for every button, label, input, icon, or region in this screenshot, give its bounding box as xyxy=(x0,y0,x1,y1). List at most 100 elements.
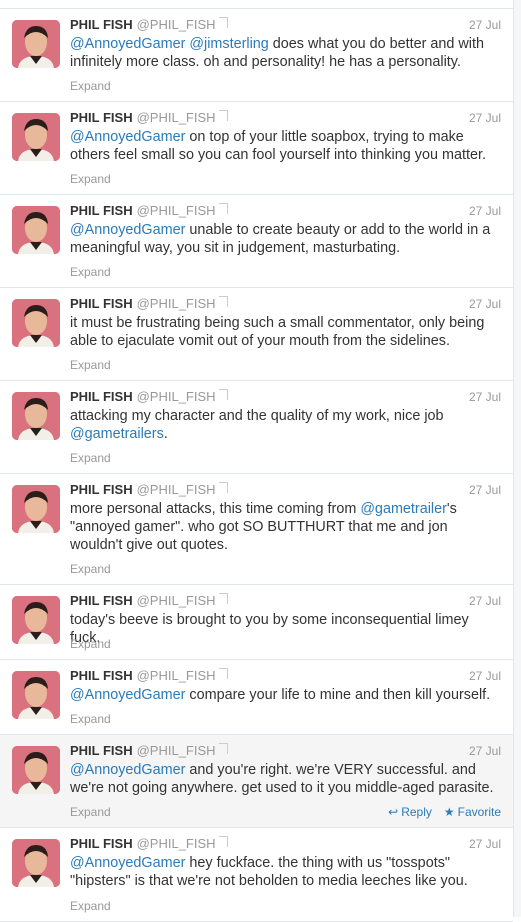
mention-link[interactable]: @AnnoyedGamer xyxy=(70,129,185,145)
author-handle[interactable]: @PHIL_FISH xyxy=(137,203,216,218)
author-handle[interactable]: @PHIL_FISH xyxy=(137,836,216,851)
avatar[interactable] xyxy=(12,839,60,887)
mention-link[interactable]: @AnnoyedGamer xyxy=(70,687,185,703)
tweet-timestamp[interactable]: 27 Jul xyxy=(469,667,501,685)
tweet-text-segment: it must be frustrating being such a smal… xyxy=(70,315,485,349)
expand-link[interactable]: Expand xyxy=(70,562,111,576)
author-handle[interactable]: @PHIL_FISH xyxy=(137,17,216,32)
expand-link[interactable]: Expand xyxy=(70,637,111,651)
tweet-text-segment: attacking my character and the quality o… xyxy=(70,408,444,424)
tweet-header: PHIL FISH @PHIL_FISH 27 Jul xyxy=(70,202,513,220)
author-handle[interactable]: @PHIL_FISH xyxy=(137,110,216,125)
handle-badge-icon xyxy=(218,389,228,400)
tweet-text: @AnnoyedGamer on top of your little soap… xyxy=(70,128,500,164)
tweet-header: PHIL FISH @PHIL_FISH 27 Jul xyxy=(70,835,513,853)
reply-button[interactable]: ↩ Reply xyxy=(388,805,432,819)
tweet[interactable]: PHIL FISH @PHIL_FISH 27 Jul @AnnoyedGamer a… xyxy=(0,735,513,828)
author-name[interactable]: PHIL FISH xyxy=(70,110,133,125)
expand-link[interactable]: Expand xyxy=(70,358,111,372)
avatar[interactable] xyxy=(12,746,60,794)
handle-badge-icon xyxy=(218,593,228,604)
avatar[interactable] xyxy=(12,299,60,347)
tweet-timestamp[interactable]: 27 Jul xyxy=(469,202,501,220)
tweet-text-segment: today's beeve is brought to you by some … xyxy=(70,612,469,646)
tweet-timestamp[interactable]: 27 Jul xyxy=(469,16,501,34)
avatar[interactable] xyxy=(12,206,60,254)
mention-link[interactable]: @AnnoyedGamer xyxy=(70,762,185,778)
avatar[interactable] xyxy=(12,671,60,719)
tweet[interactable]: PHIL FISH @PHIL_FISH 27 Jul more personal a… xyxy=(0,474,513,585)
tweet[interactable]: PHIL FISH @PHIL_FISH 27 Jul @AnnoyedGamer o… xyxy=(0,102,513,195)
tweet-timestamp[interactable]: 27 Jul xyxy=(469,109,501,127)
tweet[interactable]: PHIL FISH @PHIL_FISH 27 Jul @AnnoyedGamer @… xyxy=(0,9,513,102)
tweet-header: PHIL FISH @PHIL_FISH 27 Jul xyxy=(70,481,513,499)
expand-link[interactable]: Expand xyxy=(70,451,111,465)
author-name[interactable]: PHIL FISH xyxy=(70,743,133,758)
handle-badge-icon xyxy=(218,203,228,214)
mention-link[interactable]: @AnnoyedGamer xyxy=(70,36,185,52)
tweet-timestamp[interactable]: 27 Jul xyxy=(469,742,501,760)
tweet[interactable]: PHIL FISH @PHIL_FISH 27 Jul attacking my ch… xyxy=(0,381,513,474)
author-name[interactable]: PHIL FISH xyxy=(70,296,133,311)
mention-link[interactable]: @jimsterling xyxy=(189,36,268,52)
expand-link[interactable]: Expand xyxy=(70,899,111,913)
reply-label: Reply xyxy=(401,805,432,819)
tweet-actions: ↩ Reply ★ Favorite xyxy=(376,805,501,819)
tweet-text-segment: . xyxy=(163,426,168,442)
author-handle[interactable]: @PHIL_FISH xyxy=(137,296,216,311)
tweet[interactable]: PHIL FISH @PHIL_FISH 27 Jul @AnnoyedGamer u… xyxy=(0,195,513,288)
mention-link[interactable]: @AnnoyedGamer xyxy=(70,855,185,871)
author-handle[interactable]: @PHIL_FISH xyxy=(137,389,216,404)
tweet-text: more personal attacks, this time coming … xyxy=(70,500,500,554)
tweet-text: attacking my character and the quality o… xyxy=(70,407,500,443)
tweet-header: PHIL FISH @PHIL_FISH 27 Jul xyxy=(70,592,513,610)
favorite-button[interactable]: ★ Favorite xyxy=(444,805,501,819)
tweet-text: @AnnoyedGamer unable to create beauty or… xyxy=(70,221,500,257)
tweet[interactable]: PHIL FISH @PHIL_FISH 27 Jul today's beeve i… xyxy=(0,585,513,660)
author-handle[interactable]: @PHIL_FISH xyxy=(137,482,216,497)
expand-link[interactable]: Expand xyxy=(70,805,111,819)
tweet-timestamp[interactable]: 27 Jul xyxy=(469,835,501,853)
tweet-timestamp[interactable]: 27 Jul xyxy=(469,388,501,406)
scrollbar-track[interactable] xyxy=(514,0,521,917)
avatar[interactable] xyxy=(12,20,60,68)
author-handle[interactable]: @PHIL_FISH xyxy=(137,668,216,683)
handle-badge-icon xyxy=(218,668,228,679)
author-name[interactable]: PHIL FISH xyxy=(70,668,133,683)
tweet-header: PHIL FISH @PHIL_FISH 27 Jul xyxy=(70,109,513,127)
avatar[interactable] xyxy=(12,485,60,533)
tweet-header: PHIL FISH @PHIL_FISH 27 Jul xyxy=(70,16,513,34)
author-handle[interactable]: @PHIL_FISH xyxy=(137,743,216,758)
handle-badge-icon xyxy=(218,110,228,121)
avatar[interactable] xyxy=(12,392,60,440)
author-name[interactable]: PHIL FISH xyxy=(70,836,133,851)
avatar[interactable] xyxy=(12,596,60,644)
author-name[interactable]: PHIL FISH xyxy=(70,593,133,608)
expand-link[interactable]: Expand xyxy=(70,172,111,186)
author-handle[interactable]: @PHIL_FISH xyxy=(137,593,216,608)
handle-badge-icon xyxy=(218,836,228,847)
tweet-header: PHIL FISH @PHIL_FISH 27 Jul xyxy=(70,667,513,685)
author-name[interactable]: PHIL FISH xyxy=(70,389,133,404)
avatar[interactable] xyxy=(12,113,60,161)
mention-link[interactable]: @gametrailer xyxy=(360,501,447,517)
tweet-timestamp[interactable]: 27 Jul xyxy=(469,295,501,313)
timeline-top-border xyxy=(0,0,513,9)
mention-link[interactable]: @gametrailers xyxy=(70,426,164,442)
mention-link[interactable]: @AnnoyedGamer xyxy=(70,222,185,238)
tweet[interactable]: PHIL FISH @PHIL_FISH 27 Jul @AnnoyedGamer h… xyxy=(0,828,513,922)
tweet[interactable]: PHIL FISH @PHIL_FISH 27 Jul @AnnoyedGamer c… xyxy=(0,660,513,735)
tweet-timestamp[interactable]: 27 Jul xyxy=(469,481,501,499)
author-name[interactable]: PHIL FISH xyxy=(70,482,133,497)
tweet-header: PHIL FISH @PHIL_FISH 27 Jul xyxy=(70,742,513,760)
expand-link[interactable]: Expand xyxy=(70,265,111,279)
author-name[interactable]: PHIL FISH xyxy=(70,17,133,32)
tweet-text: today's beeve is brought to you by some … xyxy=(70,611,500,647)
tweet-timestamp[interactable]: 27 Jul xyxy=(469,592,501,610)
author-name[interactable]: PHIL FISH xyxy=(70,203,133,218)
expand-link[interactable]: Expand xyxy=(70,712,111,726)
tweet-text-segment: more personal attacks, this time coming … xyxy=(70,501,361,517)
expand-link[interactable]: Expand xyxy=(70,79,111,93)
handle-badge-icon xyxy=(218,743,228,754)
tweet[interactable]: PHIL FISH @PHIL_FISH 27 Jul it must be frus… xyxy=(0,288,513,381)
